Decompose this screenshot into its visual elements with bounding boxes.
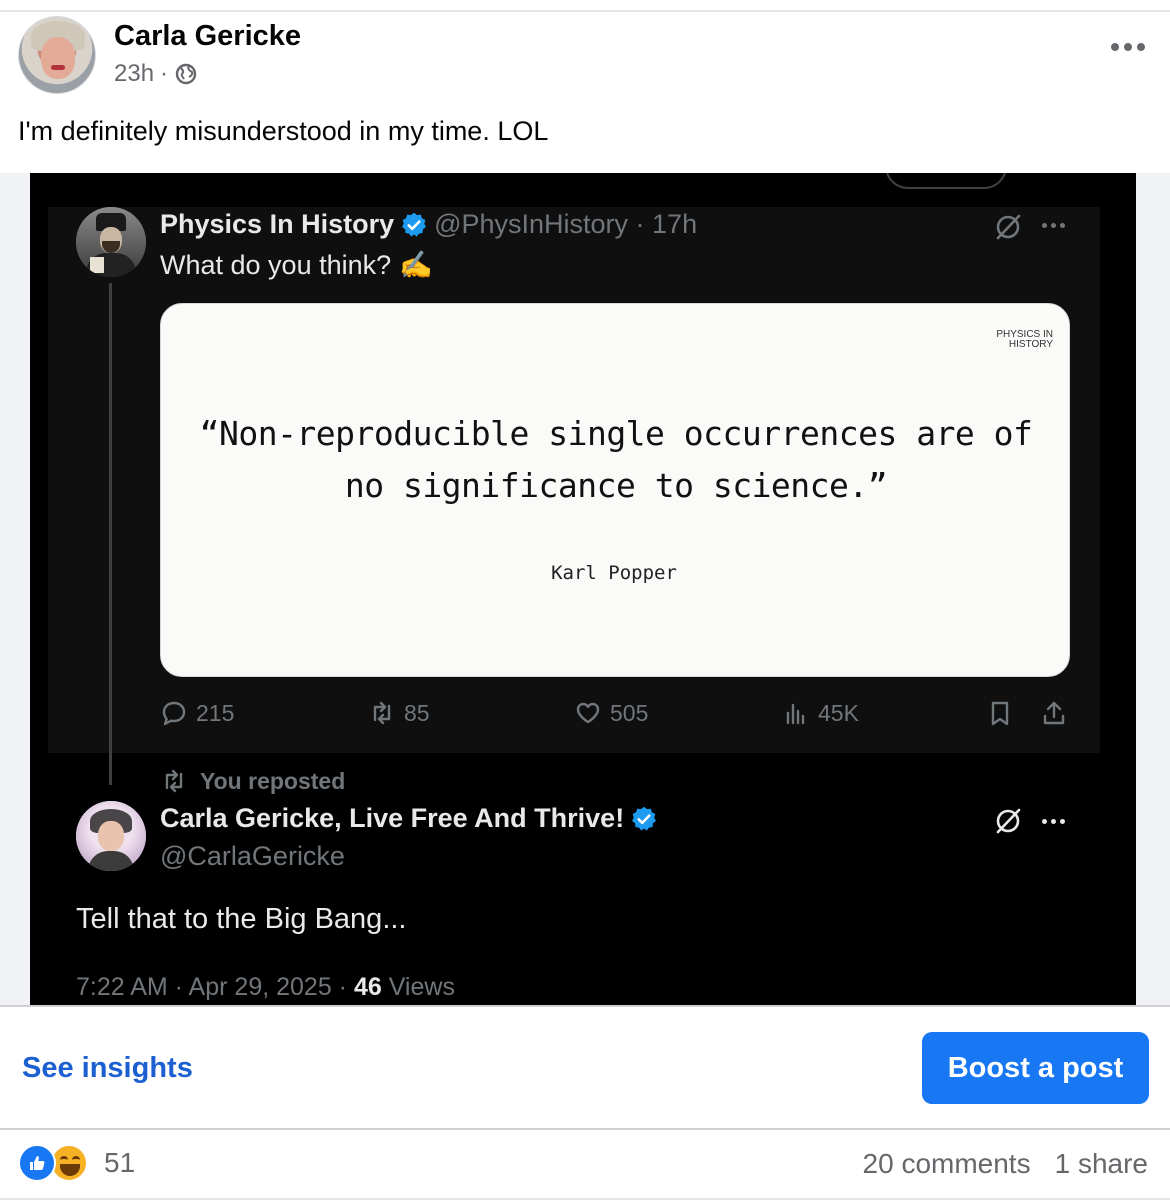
you-reposted-label: You reposted xyxy=(160,767,345,795)
media-divider xyxy=(0,1005,1170,1007)
boost-post-button[interactable]: Boost a post xyxy=(922,1032,1149,1104)
author-name[interactable]: Carla Gericke xyxy=(114,20,301,53)
tweet-text: What do you think? ✍️ xyxy=(160,249,433,282)
share-action[interactable] xyxy=(1040,699,1068,727)
author-avatar[interactable] xyxy=(18,16,96,94)
footer-divider xyxy=(0,1128,1170,1130)
repost-timestamp: 7:22 AM · Apr 29, 2025 · xyxy=(76,973,354,1001)
tweet-author: Physics In History @PhysInHistory · 17h xyxy=(160,209,697,240)
tweet-actions: 215 85 505 45K xyxy=(160,699,1080,733)
repost-action[interactable]: 85 xyxy=(368,699,430,727)
thread-connector xyxy=(109,283,112,785)
reply-count: 215 xyxy=(196,699,235,726)
writing-hand-emoji: ✍️ xyxy=(399,250,433,281)
views-icon xyxy=(786,703,805,725)
cropped-pill-button xyxy=(885,173,1007,189)
quote-image-card[interactable]: PHYSICS IN HISTORY “Non-reproducible sin… xyxy=(160,303,1070,677)
repost-author-handle[interactable]: @CarlaGericke xyxy=(160,841,345,872)
repost-author: Carla Gericke, Live Free And Thrive! xyxy=(160,803,658,834)
like-count: 505 xyxy=(610,699,649,726)
bookmark-icon xyxy=(991,701,1009,726)
post-header: Carla Gericke 23h · xyxy=(18,16,1158,96)
repost-meta: 7:22 AM · Apr 29, 2025 · 46 Views xyxy=(76,973,455,1002)
grok-icon[interactable] xyxy=(992,805,1024,837)
more-options-icon[interactable] xyxy=(1108,40,1148,54)
grok-icon[interactable] xyxy=(992,211,1024,243)
top-divider xyxy=(0,10,1170,12)
post-time[interactable]: 23h xyxy=(114,60,154,88)
repost-small-icon xyxy=(165,769,183,793)
meta-separator: · xyxy=(160,60,169,87)
repost-author-name[interactable]: Carla Gericke, Live Free And Thrive! xyxy=(160,803,624,834)
comments-count[interactable]: 20 comments xyxy=(863,1148,1031,1180)
reaction-count: 51 xyxy=(104,1147,136,1178)
like-action[interactable]: 505 xyxy=(574,699,648,727)
post-text: I'm definitely misunderstood in my time.… xyxy=(18,116,549,146)
tweet-text-body: What do you think? xyxy=(160,249,392,280)
tweet-handle-time: @PhysInHistory · 17h xyxy=(434,209,698,239)
tweet-author-name: Physics In History xyxy=(160,209,395,239)
heart-icon xyxy=(576,702,600,724)
card-quote: “Non-reproducible single occurrences are… xyxy=(199,414,1033,505)
reply-action[interactable]: 215 xyxy=(160,699,234,727)
tweet-more-icon[interactable] xyxy=(1042,221,1070,229)
bottom-divider xyxy=(0,1198,1170,1200)
tweet-screenshot: Physics In History @PhysInHistory · 17h … xyxy=(30,173,1136,1006)
verified-badge-icon xyxy=(632,806,657,831)
repost-views-label: Views xyxy=(381,973,455,1001)
post-meta: 23h · xyxy=(114,60,198,88)
repost-label-text: You reposted xyxy=(200,767,346,794)
views-action[interactable]: 45K xyxy=(782,699,859,727)
reactions-summary[interactable]: 51 xyxy=(18,1144,135,1182)
shares-count[interactable]: 1 share xyxy=(1055,1148,1148,1180)
bookmark-action[interactable] xyxy=(986,699,1014,727)
engagement-counts: 20 comments 1 share xyxy=(863,1148,1148,1180)
physics-avatar xyxy=(76,207,146,277)
card-brand: PHYSICS IN HISTORY xyxy=(996,329,1053,350)
repost-icon xyxy=(373,701,391,725)
embedded-screenshot[interactable]: Physics In History @PhysInHistory · 17h … xyxy=(0,173,1170,1006)
card-quote-author: Karl Popper xyxy=(551,562,677,584)
like-reaction-icon xyxy=(18,1144,56,1182)
see-insights-link[interactable]: See insights xyxy=(22,1052,193,1085)
repost-text: Tell that to the Big Bang... xyxy=(76,903,407,935)
views-count: 45K xyxy=(818,699,859,726)
repost-more-icon[interactable] xyxy=(1042,817,1070,825)
verified-badge-icon xyxy=(402,212,426,237)
share-icon xyxy=(1043,701,1065,725)
repost-count: 85 xyxy=(404,699,430,726)
reply-icon xyxy=(162,701,186,726)
carla-avatar[interactable] xyxy=(76,801,146,871)
repost-views-count: 46 xyxy=(353,973,382,1001)
globe-icon[interactable] xyxy=(174,62,198,86)
